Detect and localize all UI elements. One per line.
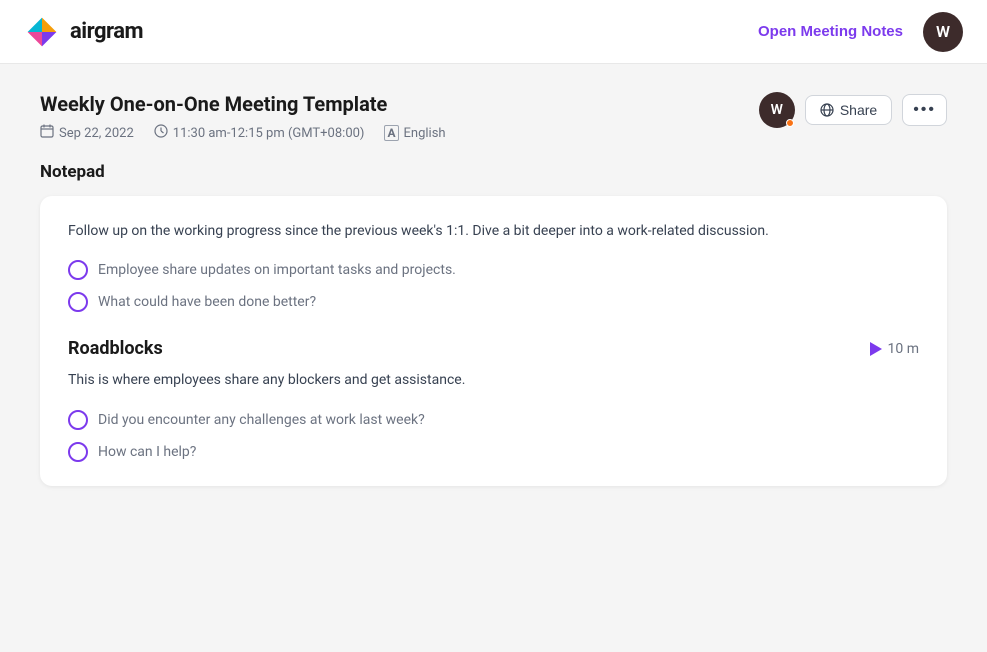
play-icon[interactable] xyxy=(870,342,882,356)
roadblocks-item-2-label: How can I help? xyxy=(98,444,196,460)
calendar-icon xyxy=(40,124,54,142)
meta-time: 11:30 am-12:15 pm (GMT+08:00) xyxy=(154,124,365,142)
notepad-item-1-label: Employee share updates on important task… xyxy=(98,262,456,278)
more-options-button[interactable]: ••• xyxy=(902,94,947,126)
logo-text: airgram xyxy=(70,19,143,44)
main-content: Weekly One-on-One Meeting Template Sep 2… xyxy=(0,64,987,652)
share-button[interactable]: Share xyxy=(805,95,892,125)
language-text: English xyxy=(404,126,446,141)
roadblocks-header: Roadblocks 10 m xyxy=(68,338,919,359)
radio-circle-4[interactable] xyxy=(68,442,88,462)
roadblocks-title: Roadblocks xyxy=(68,338,163,359)
time-text: 11:30 am-12:15 pm (GMT+08:00) xyxy=(173,126,365,141)
translate-icon: A xyxy=(384,125,398,141)
navbar: airgram Open Meeting Notes W xyxy=(0,0,987,64)
roadblocks-item-2: How can I help? xyxy=(68,442,919,462)
notepad-card: Follow up on the working progress since … xyxy=(40,196,947,486)
logo-area: airgram xyxy=(24,14,143,50)
meeting-title: Weekly One-on-One Meeting Template xyxy=(40,92,446,116)
roadblocks-description: This is where employees share any blocke… xyxy=(68,369,919,391)
meeting-title-area: Weekly One-on-One Meeting Template Sep 2… xyxy=(40,92,446,142)
roadblocks-item-1: Did you encounter any challenges at work… xyxy=(68,410,919,430)
meeting-header: Weekly One-on-One Meeting Template Sep 2… xyxy=(40,92,947,142)
radio-circle-3[interactable] xyxy=(68,410,88,430)
meeting-actions: W Share ••• xyxy=(759,92,947,128)
more-icon: ••• xyxy=(913,101,936,119)
notepad-item-2-label: What could have been done better? xyxy=(98,294,316,310)
clock-icon xyxy=(154,124,168,142)
avatar-status-dot xyxy=(786,119,794,127)
notepad-item-1: Employee share updates on important task… xyxy=(68,260,919,280)
meta-language: A English xyxy=(384,125,445,141)
user-avatar[interactable]: W xyxy=(923,12,963,52)
meeting-meta: Sep 22, 2022 11:30 am-12:15 pm (GMT+08:0… xyxy=(40,124,446,142)
nav-right: Open Meeting Notes W xyxy=(758,12,963,52)
globe-share-icon xyxy=(820,103,834,117)
logo-icon xyxy=(24,14,60,50)
roadblocks-item-1-label: Did you encounter any challenges at work… xyxy=(98,412,425,428)
notepad-description: Follow up on the working progress since … xyxy=(68,220,919,242)
notepad-heading: Notepad xyxy=(40,162,947,182)
timer-badge: 10 m xyxy=(870,341,920,357)
meeting-avatar[interactable]: W xyxy=(759,92,795,128)
notepad-section: Notepad Follow up on the working progres… xyxy=(40,162,947,486)
radio-circle-2[interactable] xyxy=(68,292,88,312)
notepad-item-2: What could have been done better? xyxy=(68,292,919,312)
share-label: Share xyxy=(840,102,877,118)
date-text: Sep 22, 2022 xyxy=(59,126,134,141)
open-meeting-notes-button[interactable]: Open Meeting Notes xyxy=(758,23,903,40)
radio-circle-1[interactable] xyxy=(68,260,88,280)
roadblocks-section: Roadblocks 10 m This is where employees … xyxy=(68,338,919,461)
meta-date: Sep 22, 2022 xyxy=(40,124,134,142)
timer-label: 10 m xyxy=(888,341,920,357)
